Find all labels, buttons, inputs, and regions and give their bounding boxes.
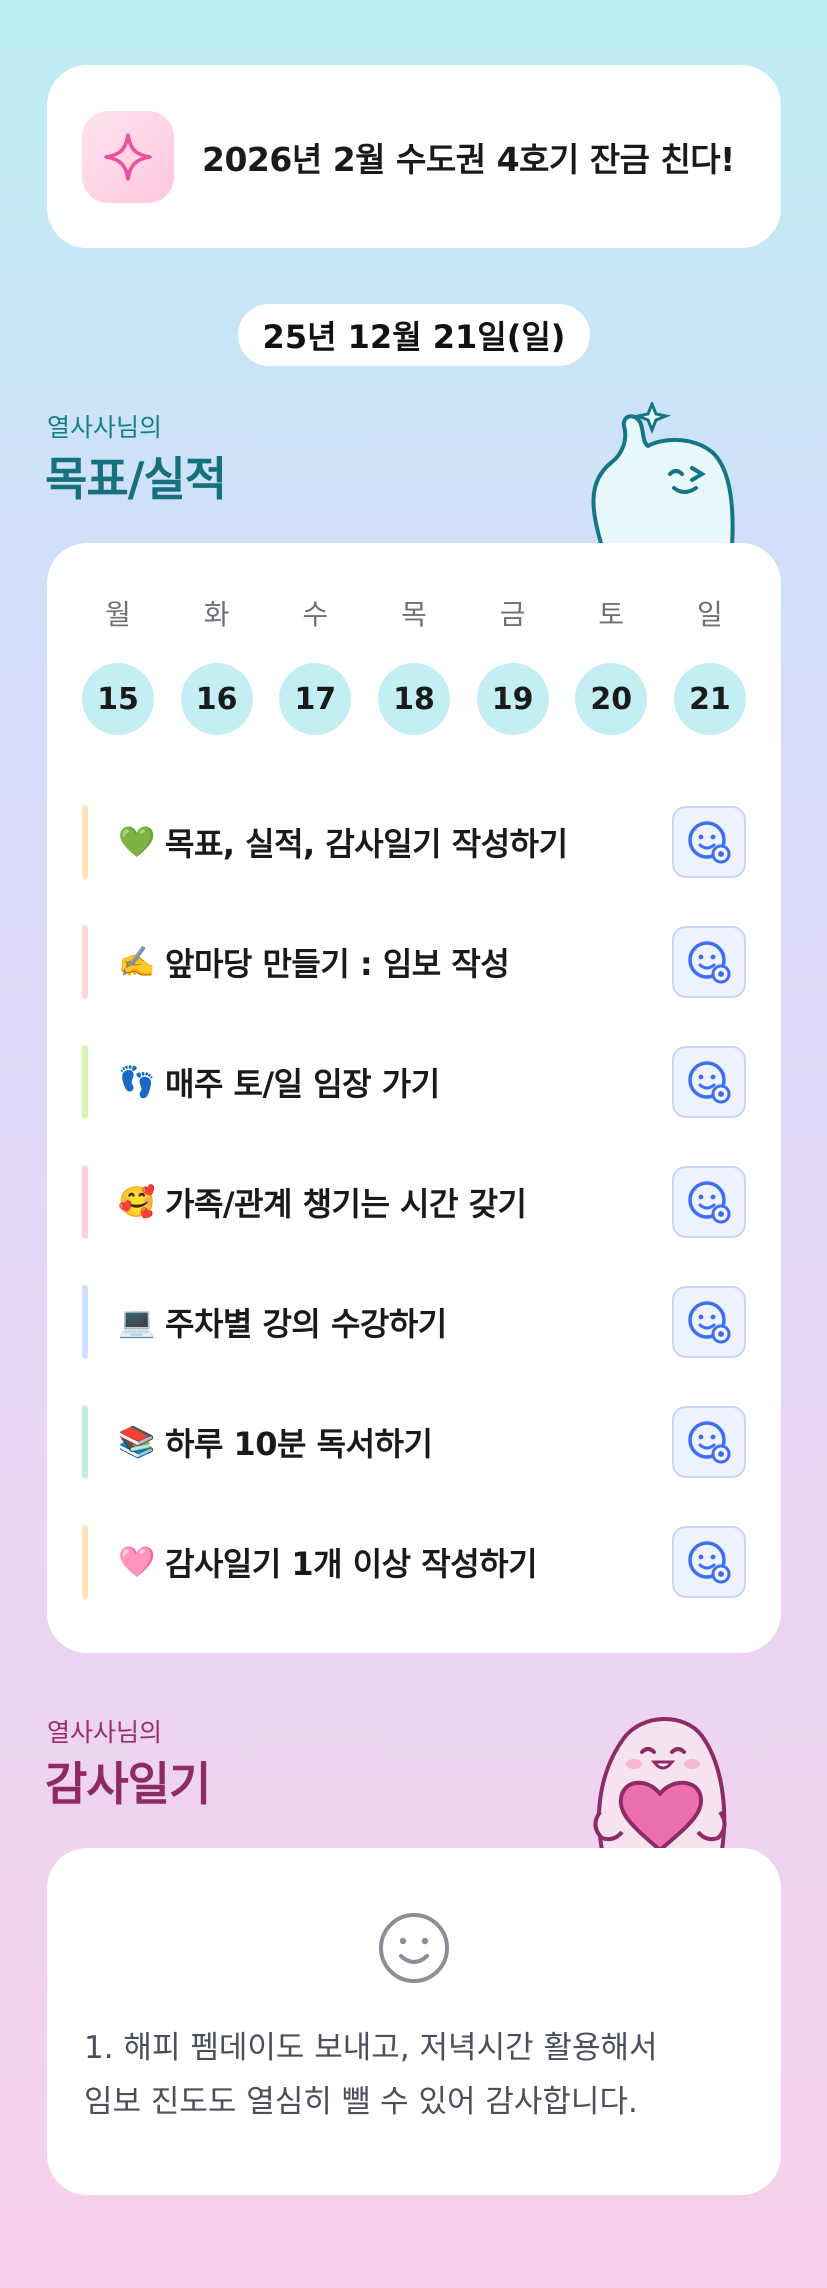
gratitude-section-subtitle: 열사사님의 — [47, 1718, 163, 1747]
goal-accent-bar — [82, 925, 88, 999]
goal-item: 💚 목표, 실적, 감사일기 작성하기 — [82, 782, 746, 902]
goal-accent-bar — [82, 1285, 88, 1359]
day-label: 화 — [203, 598, 230, 631]
goal-text: 가족/관계 챙기는 시간 갖기 — [165, 1185, 527, 1223]
date-selector[interactable]: 25년 12월 21일(일) — [238, 304, 590, 366]
sparkle-icon — [82, 110, 174, 203]
goal-banner[interactable]: 2026년 2월 수도권 4호기 잔금 친다! — [47, 65, 781, 248]
day-button[interactable]: 18 — [377, 663, 450, 735]
gratitude-entry: 1. 해피 펨데이도 보내고, 저녁시간 활용해서 임보 진도도 열심히 뺄 수… — [84, 2021, 744, 2129]
goals-card: 월 화 수 목 금 토 일 15 16 17 18 19 20 21 💚 목표,… — [47, 543, 781, 1653]
goal-list: 💚 목표, 실적, 감사일기 작성하기 ✍️ 앞마당 만들기 : 임보 작성 👣… — [82, 782, 746, 1622]
gratitude-line: 임보 진도도 열심히 뺄 수 있어 감사합니다. — [84, 2084, 638, 2120]
smile-add-icon — [688, 1421, 731, 1464]
goal-item: 🩷 감사일기 1개 이상 작성하기 — [82, 1502, 746, 1622]
goals-section-title: 목표/실적 — [45, 452, 227, 506]
gratitude-card: 1. 해피 펨데이도 보내고, 저녁시간 활용해서 임보 진도도 열심히 뺄 수… — [47, 1848, 781, 2195]
day-label: 금 — [499, 598, 526, 631]
day-button[interactable]: 16 — [180, 663, 253, 735]
goal-check-button[interactable] — [672, 1166, 746, 1238]
day-label: 토 — [598, 598, 625, 631]
smile-add-icon — [688, 941, 731, 984]
goals-section-subtitle: 열사사님의 — [47, 413, 163, 442]
goal-text: 주차별 강의 수강하기 — [165, 1305, 447, 1343]
goal-check-button[interactable] — [672, 1406, 746, 1478]
goal-emoji: 💻 — [118, 1304, 156, 1340]
day-button[interactable]: 21 — [673, 663, 746, 735]
day-button[interactable]: 20 — [575, 663, 648, 735]
smile-add-icon — [688, 1301, 731, 1344]
day-label: 수 — [302, 598, 329, 631]
goal-check-button[interactable] — [672, 1286, 746, 1358]
goal-banner-text: 2026년 2월 수도권 4호기 잔금 친다! — [202, 139, 735, 179]
smile-add-icon — [688, 1061, 731, 1104]
goal-item: 👣 매주 토/일 임장 가기 — [82, 1022, 746, 1142]
goal-item: ✍️ 앞마당 만들기 : 임보 작성 — [82, 902, 746, 1022]
smile-icon — [379, 1913, 449, 1983]
goal-accent-bar — [82, 1165, 88, 1239]
goal-item: 📚 하루 10분 독서하기 — [82, 1382, 746, 1502]
day-label: 목 — [401, 598, 427, 631]
goal-text: 하루 10분 독서하기 — [165, 1425, 433, 1463]
mascot-cheer-illustration — [591, 402, 735, 547]
goal-emoji: 🥰 — [118, 1184, 156, 1220]
goal-item: 🥰 가족/관계 챙기는 시간 갖기 — [82, 1142, 746, 1262]
goal-emoji: 🩷 — [118, 1544, 156, 1580]
goal-check-button[interactable] — [672, 1526, 746, 1598]
day-button[interactable]: 15 — [82, 663, 154, 735]
goal-check-button[interactable] — [672, 806, 746, 878]
goal-accent-bar — [82, 1405, 88, 1479]
goal-emoji: 💚 — [118, 824, 156, 860]
goal-accent-bar — [82, 1045, 88, 1119]
goal-emoji: 👣 — [118, 1064, 156, 1100]
goal-text: 앞마당 만들기 : 임보 작성 — [165, 945, 510, 983]
goal-text: 목표, 실적, 감사일기 작성하기 — [165, 825, 568, 863]
day-button[interactable]: 19 — [476, 663, 549, 735]
goal-check-button[interactable] — [672, 926, 746, 998]
smile-add-icon — [688, 1181, 731, 1224]
goal-text: 매주 토/일 임장 가기 — [165, 1065, 440, 1103]
day-label: 월 — [105, 598, 131, 631]
day-label: 일 — [697, 598, 723, 631]
goal-accent-bar — [82, 1525, 88, 1599]
smile-add-icon — [688, 1541, 731, 1584]
day-button[interactable]: 17 — [279, 663, 352, 735]
week-day-selector: 15 16 17 18 19 20 21 — [82, 663, 746, 735]
gratitude-section-title: 감사일기 — [45, 1757, 211, 1811]
gratitude-line: 1. 해피 펨데이도 보내고, 저녁시간 활용해서 — [84, 2030, 658, 2066]
mascot-heart-illustration — [593, 1717, 727, 1850]
goal-item: 💻 주차별 강의 수강하기 — [82, 1262, 746, 1382]
goal-accent-bar — [82, 805, 88, 879]
goal-emoji: ✍️ — [118, 944, 156, 980]
week-day-labels: 월 화 수 목 금 토 일 — [82, 593, 746, 633]
goal-check-button[interactable] — [672, 1046, 746, 1118]
smile-add-icon — [688, 821, 731, 864]
goal-emoji: 📚 — [118, 1424, 156, 1460]
goal-text: 감사일기 1개 이상 작성하기 — [165, 1545, 538, 1583]
